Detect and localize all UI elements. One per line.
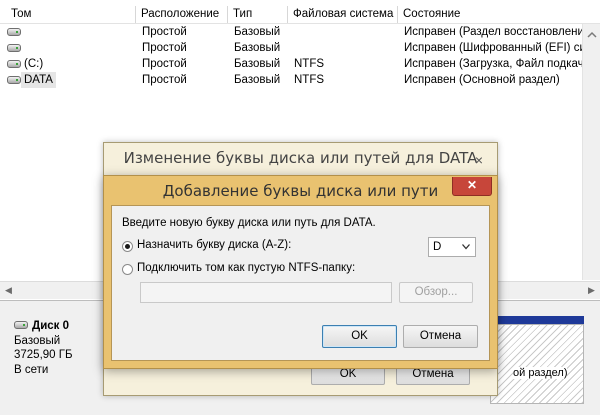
folder-path-input[interactable]	[140, 282, 392, 303]
column-header-location[interactable]: Расположение	[136, 6, 228, 23]
dialog-title: Добавление буквы диска или пути	[162, 182, 439, 200]
drive-icon	[7, 76, 21, 84]
volume-location: Простой	[142, 42, 187, 54]
drive-icon	[7, 28, 21, 36]
partition-data-block[interactable]: ой раздел)	[490, 324, 584, 404]
table-row[interactable]: Простой Базовый Исправен (Раздел восстан…	[0, 24, 582, 40]
column-header-filesystem[interactable]: Файловая система	[288, 6, 398, 23]
dialog-body: Введите новую букву диска или путь для D…	[111, 205, 490, 361]
volume-type: Базовый	[234, 42, 281, 54]
dialog-title: Изменение буквы диска или путей для DATA	[123, 149, 478, 167]
volume-type: Базовый	[234, 26, 281, 38]
volume-name	[24, 40, 132, 56]
drive-icon	[7, 44, 21, 52]
scroll-right-arrow-icon[interactable]: ▶	[583, 282, 600, 299]
volume-location: Простой	[142, 74, 187, 86]
table-row-selected[interactable]: DATA Простой Базовый NTFS Исправен (Осно…	[0, 72, 582, 88]
partition-label: ой раздел)	[513, 367, 568, 379]
browse-button[interactable]: Обзор...	[399, 282, 473, 303]
volume-status: Исправен (Шифрованный (EFI) сис	[404, 42, 582, 54]
table-row[interactable]: (C:) Простой Базовый NTFS Исправен (Загр…	[0, 56, 582, 72]
disk-type: Базовый	[14, 335, 61, 347]
table-row[interactable]: Простой Базовый Исправен (Шифрованный (E…	[0, 40, 582, 56]
drive-letter-select[interactable]: D	[428, 237, 476, 257]
volume-type: Базовый	[234, 74, 281, 86]
assign-letter-label[interactable]: Назначить букву диска (A-Z):	[137, 239, 291, 251]
disk-size: 3725,90 ГБ	[14, 349, 73, 361]
add-drive-letter-dialog: Добавление буквы диска или пути ✕ Введит…	[103, 175, 498, 369]
disk-drive-icon	[14, 321, 28, 329]
column-header-volume[interactable]: Том	[6, 6, 136, 23]
volume-name: (C:)	[24, 58, 44, 70]
vertical-scrollbar[interactable]	[582, 24, 600, 280]
volume-location: Простой	[142, 58, 187, 70]
assign-letter-radio[interactable]	[122, 241, 133, 252]
cancel-button[interactable]: Отмена	[403, 325, 478, 348]
volume-fs: NTFS	[294, 58, 325, 70]
scroll-left-arrow-icon[interactable]: ◀	[0, 282, 17, 299]
column-header-status[interactable]: Состояние	[398, 6, 600, 23]
ok-button[interactable]: OK	[322, 325, 397, 348]
volume-name	[24, 24, 132, 40]
volume-fs: NTFS	[294, 74, 325, 86]
volume-status: Исправен (Основной раздел)	[404, 74, 560, 86]
column-header-type[interactable]: Тип	[228, 6, 288, 23]
volume-status: Исправен (Загрузка, Файл подкач	[404, 58, 582, 70]
close-icon: ✕	[466, 178, 478, 192]
disk-name: Диск 0	[32, 320, 70, 332]
volume-status: Исправен (Раздел восстановления	[404, 26, 582, 38]
mount-folder-radio[interactable]	[122, 264, 133, 275]
mount-folder-label[interactable]: Подключить том как пустую NTFS-папку:	[137, 262, 355, 274]
drive-icon	[7, 60, 21, 68]
drive-letter-value: D	[433, 241, 442, 253]
dialog-prompt: Введите новую букву диска или путь для D…	[122, 217, 376, 229]
close-icon[interactable]: ×	[475, 152, 483, 168]
close-button[interactable]: ✕	[452, 177, 492, 196]
disk-state: В сети	[14, 364, 49, 376]
volume-type: Базовый	[234, 58, 281, 70]
volume-location: Простой	[142, 26, 187, 38]
chevron-down-icon	[462, 244, 470, 250]
volume-name: DATA	[21, 72, 56, 88]
scroll-up-arrow-icon[interactable]	[586, 30, 598, 40]
